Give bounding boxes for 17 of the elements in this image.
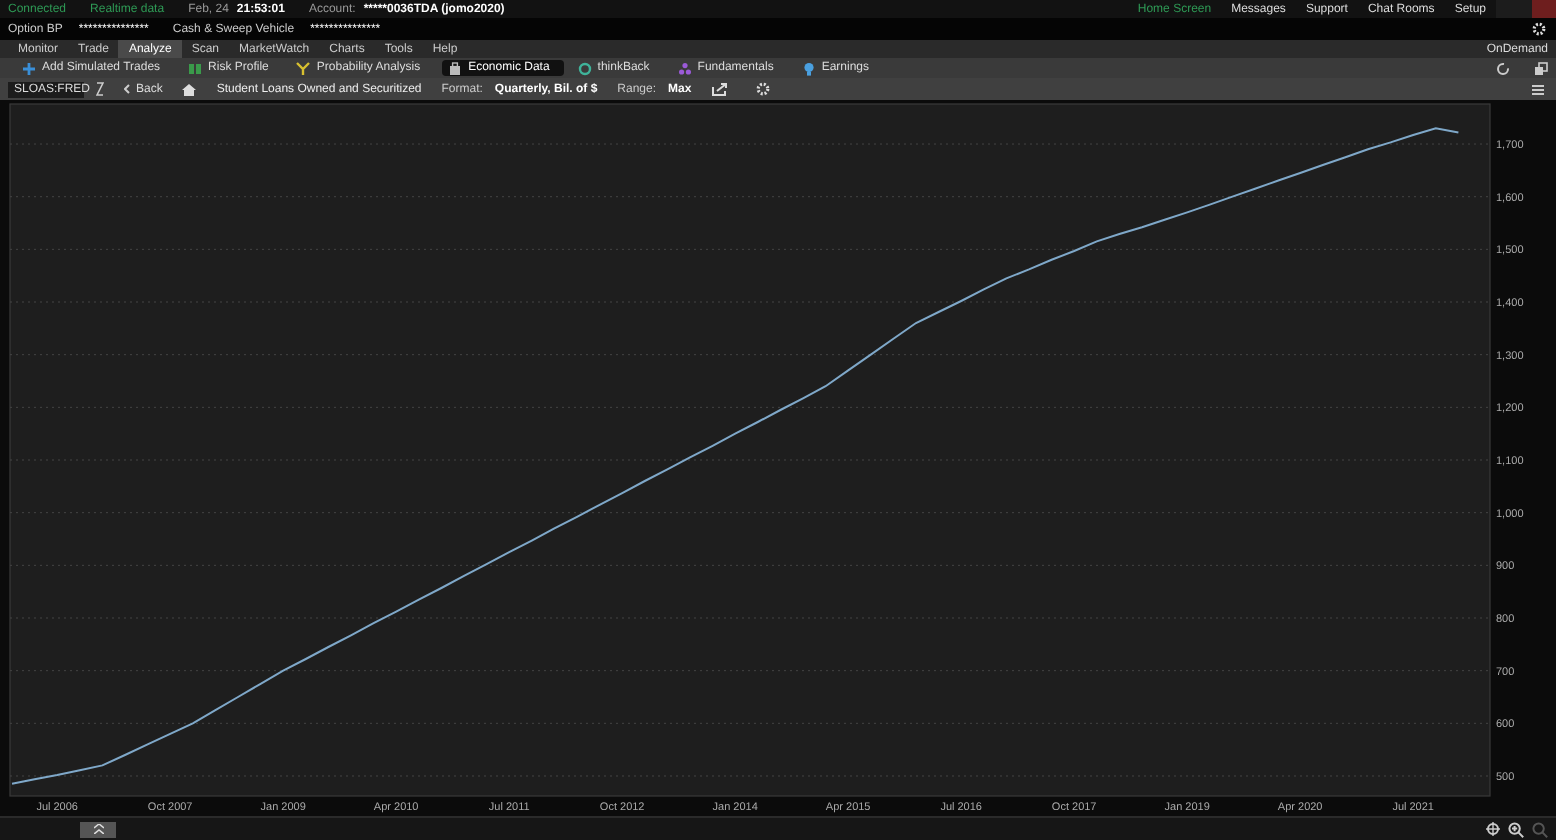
lightbulb-icon: [801, 61, 816, 75]
sort-icon[interactable]: [96, 82, 104, 96]
briefcase-icon: [448, 61, 463, 75]
bars-icon: [188, 61, 203, 75]
ring-icon: [577, 61, 592, 75]
refresh-icon[interactable]: [1496, 61, 1510, 75]
fork-icon: [296, 61, 311, 75]
home-icon[interactable]: [182, 83, 197, 95]
dots-icon: [677, 61, 692, 75]
expand-icon[interactable]: [80, 821, 116, 837]
plus-icon: [22, 61, 36, 75]
crosshair-icon[interactable]: [1486, 822, 1500, 836]
list-icon[interactable]: [1532, 83, 1544, 95]
zoom-in-icon[interactable]: [1508, 821, 1524, 837]
share-icon[interactable]: [711, 82, 728, 96]
zoom-out-icon[interactable]: [1532, 821, 1548, 837]
detach-icon[interactable]: [1534, 61, 1548, 75]
